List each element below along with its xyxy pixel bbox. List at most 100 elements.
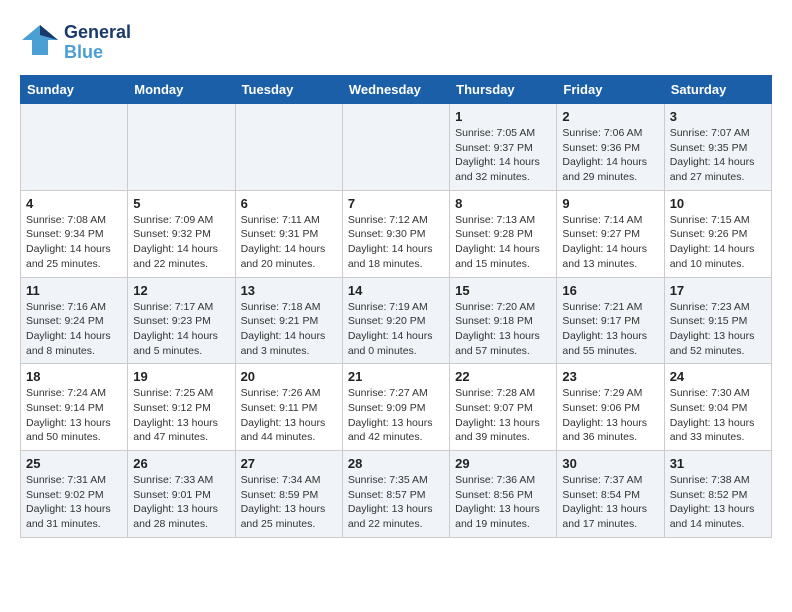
day-number: 31 [670, 456, 766, 471]
day-info: Sunrise: 7:29 AMSunset: 9:06 PMDaylight:… [562, 386, 658, 445]
calendar-cell: 27Sunrise: 7:34 AMSunset: 8:59 PMDayligh… [235, 451, 342, 538]
day-info: Sunrise: 7:12 AMSunset: 9:30 PMDaylight:… [348, 213, 444, 272]
logo: General Blue [20, 20, 131, 65]
calendar-cell: 24Sunrise: 7:30 AMSunset: 9:04 PMDayligh… [664, 364, 771, 451]
day-number: 21 [348, 369, 444, 384]
day-number: 15 [455, 283, 551, 298]
calendar-week-row: 18 Sunrise: 7:24 AMSunset: 9:14 PMDayligh… [21, 364, 772, 451]
page-header: General Blue [20, 20, 772, 65]
calendar-cell: 28Sunrise: 7:35 AMSunset: 8:57 PMDayligh… [342, 451, 449, 538]
day-info: Sunrise: 7:36 AMSunset: 8:56 PMDaylight:… [455, 473, 551, 532]
day-number: 25 [26, 456, 122, 471]
calendar-cell: 18 Sunrise: 7:24 AMSunset: 9:14 PMDayligh… [21, 364, 128, 451]
day-info: Sunrise: 7:23 AMSunset: 9:15 PMDaylight:… [670, 300, 766, 359]
day-number: 1 [455, 109, 551, 124]
day-info: Sunrise: 7:25 AMSunset: 9:12 PMDaylight:… [133, 386, 229, 445]
calendar-cell: 22 Sunrise: 7:28 AMSunset: 9:07 PMDayligh… [450, 364, 557, 451]
day-number: 20 [241, 369, 337, 384]
calendar-cell: 15Sunrise: 7:20 AMSunset: 9:18 PMDayligh… [450, 277, 557, 364]
day-header-friday: Friday [557, 76, 664, 104]
calendar-cell: 21 Sunrise: 7:27 AMSunset: 9:09 PMDayligh… [342, 364, 449, 451]
day-info: Sunrise: 7:21 AMSunset: 9:17 PMDaylight:… [562, 300, 658, 359]
day-header-tuesday: Tuesday [235, 76, 342, 104]
day-header-saturday: Saturday [664, 76, 771, 104]
day-number: 13 [241, 283, 337, 298]
day-number: 29 [455, 456, 551, 471]
day-info: Sunrise: 7:07 AMSunset: 9:35 PMDaylight:… [670, 126, 766, 185]
calendar-table: SundayMondayTuesdayWednesdayThursdayFrid… [20, 75, 772, 538]
calendar-cell: 9Sunrise: 7:14 AMSunset: 9:27 PMDaylight… [557, 190, 664, 277]
day-info: Sunrise: 7:34 AMSunset: 8:59 PMDaylight:… [241, 473, 337, 532]
day-number: 9 [562, 196, 658, 211]
calendar-cell [128, 104, 235, 191]
calendar-week-row: 4 Sunrise: 7:08 AMSunset: 9:34 PMDaylight… [21, 190, 772, 277]
calendar-cell: 10Sunrise: 7:15 AMSunset: 9:26 PMDayligh… [664, 190, 771, 277]
day-number: 2 [562, 109, 658, 124]
day-number: 14 [348, 283, 444, 298]
day-header-thursday: Thursday [450, 76, 557, 104]
day-number: 17 [670, 283, 766, 298]
day-number: 26 [133, 456, 229, 471]
day-header-monday: Monday [128, 76, 235, 104]
day-number: 4 [26, 196, 122, 211]
calendar-week-row: 11 Sunrise: 7:16 AMSunset: 9:24 PMDayligh… [21, 277, 772, 364]
calendar-cell: 3 Sunrise: 7:07 AMSunset: 9:35 PMDaylight… [664, 104, 771, 191]
calendar-cell: 2 Sunrise: 7:06 AMSunset: 9:36 PMDaylight… [557, 104, 664, 191]
day-number: 10 [670, 196, 766, 211]
day-number: 24 [670, 369, 766, 384]
calendar-week-row: 1Sunrise: 7:05 AMSunset: 9:37 PMDaylight… [21, 104, 772, 191]
day-info: Sunrise: 7:38 AMSunset: 8:52 PMDaylight:… [670, 473, 766, 532]
calendar-cell: 25 Sunrise: 7:31 AMSunset: 9:02 PMDayligh… [21, 451, 128, 538]
day-number: 18 [26, 369, 122, 384]
day-number: 5 [133, 196, 229, 211]
day-number: 16 [562, 283, 658, 298]
day-info: Sunrise: 7:37 AMSunset: 8:54 PMDaylight:… [562, 473, 658, 532]
day-number: 23 [562, 369, 658, 384]
day-info: Sunrise: 7:28 AMSunset: 9:07 PMDaylight:… [455, 386, 551, 445]
calendar-cell: 19 Sunrise: 7:25 AMSunset: 9:12 PMDayligh… [128, 364, 235, 451]
day-header-sunday: Sunday [21, 76, 128, 104]
day-info: Sunrise: 7:18 AMSunset: 9:21 PMDaylight:… [241, 300, 337, 359]
calendar-cell: 20 Sunrise: 7:26 AMSunset: 9:11 PMDayligh… [235, 364, 342, 451]
calendar-cell: 11 Sunrise: 7:16 AMSunset: 9:24 PMDayligh… [21, 277, 128, 364]
day-number: 30 [562, 456, 658, 471]
calendar-cell: 1Sunrise: 7:05 AMSunset: 9:37 PMDaylight… [450, 104, 557, 191]
day-number: 11 [26, 283, 122, 298]
calendar-cell: 23 Sunrise: 7:29 AMSunset: 9:06 PMDayligh… [557, 364, 664, 451]
calendar-cell: 26 Sunrise: 7:33 AMSunset: 9:01 PMDayligh… [128, 451, 235, 538]
day-number: 3 [670, 109, 766, 124]
calendar-cell: 31 Sunrise: 7:38 AMSunset: 8:52 PMDayligh… [664, 451, 771, 538]
calendar-cell: 13 Sunrise: 7:18 AMSunset: 9:21 PMDayligh… [235, 277, 342, 364]
calendar-week-row: 25 Sunrise: 7:31 AMSunset: 9:02 PMDayligh… [21, 451, 772, 538]
logo-text: General Blue [64, 23, 131, 63]
calendar-cell [342, 104, 449, 191]
day-info: Sunrise: 7:08 AMSunset: 9:34 PMDaylight:… [26, 213, 122, 272]
day-info: Sunrise: 7:33 AMSunset: 9:01 PMDaylight:… [133, 473, 229, 532]
calendar-cell: 14 Sunrise: 7:19 AMSunset: 9:20 PMDayligh… [342, 277, 449, 364]
day-info: Sunrise: 7:31 AMSunset: 9:02 PMDaylight:… [26, 473, 122, 532]
day-number: 12 [133, 283, 229, 298]
day-header-wednesday: Wednesday [342, 76, 449, 104]
calendar-cell: 12 Sunrise: 7:17 AMSunset: 9:23 PMDayligh… [128, 277, 235, 364]
calendar-cell: 17 Sunrise: 7:23 AMSunset: 9:15 PMDayligh… [664, 277, 771, 364]
calendar-cell: 5 Sunrise: 7:09 AMSunset: 9:32 PMDaylight… [128, 190, 235, 277]
day-info: Sunrise: 7:19 AMSunset: 9:20 PMDaylight:… [348, 300, 444, 359]
day-info: Sunrise: 7:24 AMSunset: 9:14 PMDaylight:… [26, 386, 122, 445]
day-number: 8 [455, 196, 551, 211]
day-info: Sunrise: 7:17 AMSunset: 9:23 PMDaylight:… [133, 300, 229, 359]
calendar-cell: 4 Sunrise: 7:08 AMSunset: 9:34 PMDaylight… [21, 190, 128, 277]
day-number: 22 [455, 369, 551, 384]
logo-bird-icon [20, 20, 60, 60]
day-number: 19 [133, 369, 229, 384]
day-info: Sunrise: 7:35 AMSunset: 8:57 PMDaylight:… [348, 473, 444, 532]
day-info: Sunrise: 7:27 AMSunset: 9:09 PMDaylight:… [348, 386, 444, 445]
calendar-cell: 16 Sunrise: 7:21 AMSunset: 9:17 PMDayligh… [557, 277, 664, 364]
calendar-cell [21, 104, 128, 191]
day-info: Sunrise: 7:26 AMSunset: 9:11 PMDaylight:… [241, 386, 337, 445]
day-info: Sunrise: 7:09 AMSunset: 9:32 PMDaylight:… [133, 213, 229, 272]
day-info: Sunrise: 7:16 AMSunset: 9:24 PMDaylight:… [26, 300, 122, 359]
calendar-cell: 29 Sunrise: 7:36 AMSunset: 8:56 PMDayligh… [450, 451, 557, 538]
calendar-cell [235, 104, 342, 191]
day-info: Sunrise: 7:06 AMSunset: 9:36 PMDaylight:… [562, 126, 658, 185]
day-info: Sunrise: 7:13 AMSunset: 9:28 PMDaylight:… [455, 213, 551, 272]
